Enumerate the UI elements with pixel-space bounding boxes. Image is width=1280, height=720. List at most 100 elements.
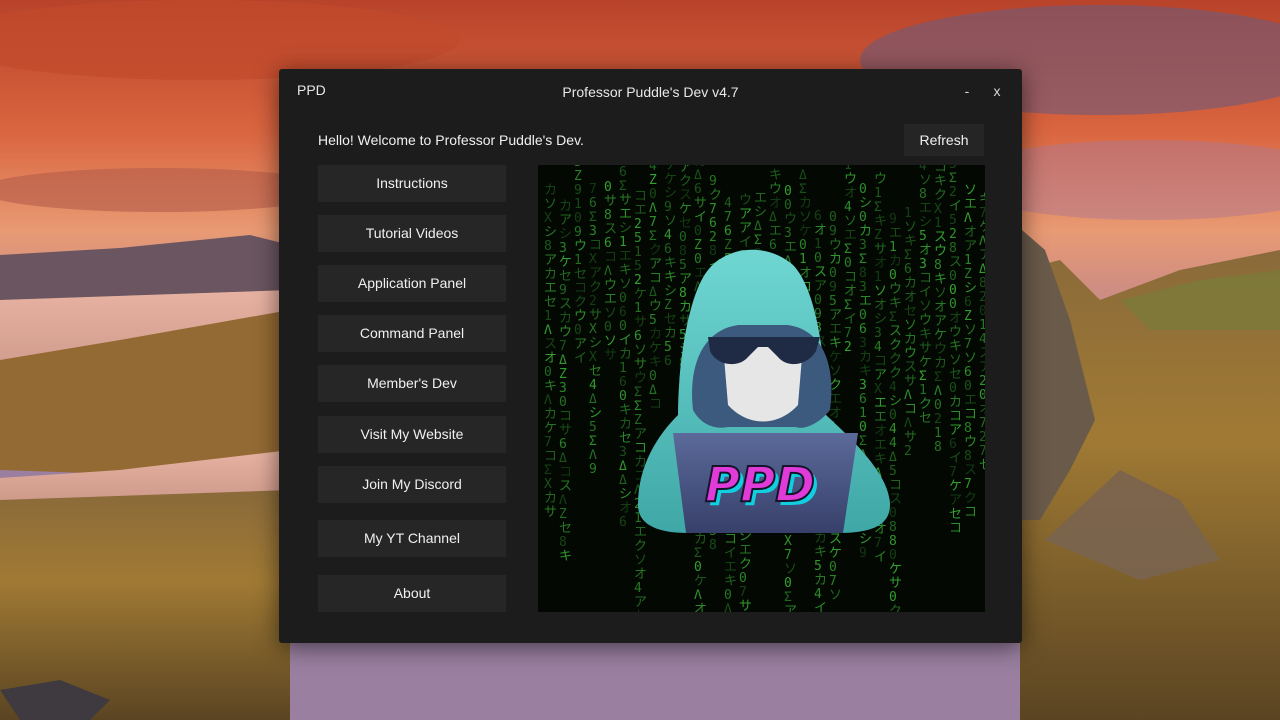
matrix-glyph: サ: [544, 505, 557, 520]
matrix-glyph: 5: [634, 259, 642, 274]
matrix-glyph: シ: [589, 336, 602, 351]
matrix-glyph: 0: [679, 230, 687, 245]
matrix-glyph: 2: [979, 290, 985, 305]
matrix-glyph: ソ: [634, 553, 647, 568]
matrix-glyph: Σ: [754, 233, 762, 248]
matrix-glyph: オ: [904, 290, 917, 305]
matrix-glyph: 6: [634, 329, 642, 344]
matrix-glyph: Z: [964, 309, 972, 324]
close-button[interactable]: x: [986, 81, 1008, 101]
matrix-glyph: サ: [559, 423, 572, 438]
matrix-glyph: ウ: [949, 325, 962, 340]
matrix-glyph: シ: [619, 487, 632, 502]
matrix-glyph: 7: [589, 182, 597, 197]
matrix-glyph: 7: [544, 435, 552, 450]
matrix-glyph: ク: [649, 243, 662, 258]
matrix-glyph: Σ: [904, 248, 912, 263]
matrix-glyph: キ: [544, 379, 557, 394]
matrix-glyph: X: [934, 202, 942, 217]
matrix-glyph: Z: [664, 298, 672, 313]
matrix-glyph: エ: [544, 281, 557, 296]
matrix-glyph: ク: [574, 295, 587, 310]
matrix-glyph: 8: [934, 258, 942, 273]
matrix-glyph: イ: [724, 546, 737, 561]
matrix-glyph: Λ: [964, 211, 972, 226]
instructions-button[interactable]: Instructions: [318, 165, 506, 202]
matrix-glyph: ソ: [949, 353, 962, 368]
matrix-glyph: ソ: [874, 284, 887, 299]
matrix-glyph: 0: [859, 182, 867, 197]
matrix-glyph: 0: [694, 224, 702, 239]
matrix-glyph: Z: [874, 228, 882, 243]
matrix-glyph: ソ: [904, 220, 917, 235]
matrix-glyph: Δ: [559, 353, 567, 368]
matrix-glyph: Λ: [979, 234, 985, 249]
command-panel-button[interactable]: Command Panel: [318, 315, 506, 352]
matrix-glyph: ス: [889, 324, 902, 339]
matrix-glyph: ク: [634, 539, 647, 554]
visit-website-button[interactable]: Visit My Website: [318, 416, 506, 453]
matrix-glyph: ク: [739, 557, 752, 572]
matrix-glyph: 8: [949, 241, 957, 256]
matrix-glyph: ソ: [919, 299, 932, 314]
about-button[interactable]: About: [318, 575, 506, 612]
matrix-glyph: カ: [814, 573, 827, 588]
matrix-glyph: 6: [559, 437, 567, 452]
matrix-glyph: ス: [904, 360, 917, 375]
matrix-glyph: セ: [919, 411, 932, 426]
logo-text: PPD: [705, 457, 815, 513]
matrix-glyph: 6: [619, 305, 627, 320]
matrix-glyph: キ: [874, 214, 887, 229]
members-dev-button[interactable]: Member's Dev: [318, 365, 506, 402]
title-bar[interactable]: PPD Professor Puddle's Dev v4.7 - x: [279, 69, 1022, 113]
matrix-glyph: キ: [619, 403, 632, 418]
matrix-glyph: キ: [889, 296, 902, 311]
matrix-glyph: 6: [619, 165, 627, 180]
join-discord-button[interactable]: Join My Discord: [318, 466, 506, 503]
matrix-glyph: 8: [679, 286, 687, 301]
matrix-glyph: ア: [679, 272, 692, 287]
matrix-glyph: コ: [649, 397, 662, 412]
matrix-glyph: セ: [904, 304, 917, 319]
matrix-glyph: 6: [859, 392, 867, 407]
matrix-glyph: 4: [889, 422, 897, 437]
matrix-glyph: コ: [844, 270, 857, 285]
matrix-glyph: 0: [604, 180, 612, 195]
matrix-glyph: ク: [709, 188, 722, 203]
refresh-button[interactable]: Refresh: [904, 124, 984, 156]
matrix-glyph: 9: [889, 212, 897, 227]
matrix-glyph: イ: [874, 550, 887, 565]
matrix-glyph: 9: [574, 183, 582, 198]
yt-channel-button[interactable]: My YT Channel: [318, 520, 506, 557]
matrix-glyph: サ: [904, 374, 917, 389]
matrix-glyph: 3: [619, 445, 627, 460]
matrix-glyph: 8: [544, 239, 552, 254]
matrix-glyph: ウ: [784, 212, 797, 227]
matrix-glyph: サ: [589, 308, 602, 323]
tutorial-videos-button[interactable]: Tutorial Videos: [318, 215, 506, 252]
matrix-glyph: 3: [559, 381, 567, 396]
application-panel-button[interactable]: Application Panel: [318, 265, 506, 302]
matrix-glyph: 0: [694, 560, 702, 575]
matrix-glyph: イ: [694, 210, 707, 225]
matrix-glyph: 1: [874, 270, 882, 285]
minimize-button[interactable]: -: [956, 81, 978, 101]
matrix-glyph: 7: [964, 337, 972, 352]
matrix-glyph: コ: [724, 532, 737, 547]
matrix-glyph: カ: [619, 417, 632, 432]
matrix-glyph: 2: [949, 185, 957, 200]
matrix-glyph: カ: [559, 199, 572, 214]
matrix-glyph: オ: [844, 284, 857, 299]
matrix-glyph: ク: [889, 352, 902, 367]
matrix-glyph: オ: [964, 225, 977, 240]
matrix-glyph: ア: [949, 493, 962, 508]
matrix-glyph: 2: [949, 227, 957, 242]
matrix-glyph: ス: [604, 222, 617, 237]
matrix-glyph: シ: [919, 215, 932, 230]
matrix-glyph: 7: [709, 202, 717, 217]
matrix-glyph: 6: [949, 437, 957, 452]
matrix-glyph: 8: [964, 421, 972, 436]
matrix-glyph: ウ: [574, 239, 587, 254]
matrix-glyph: カ: [904, 332, 917, 347]
matrix-glyph: 8: [859, 266, 867, 281]
